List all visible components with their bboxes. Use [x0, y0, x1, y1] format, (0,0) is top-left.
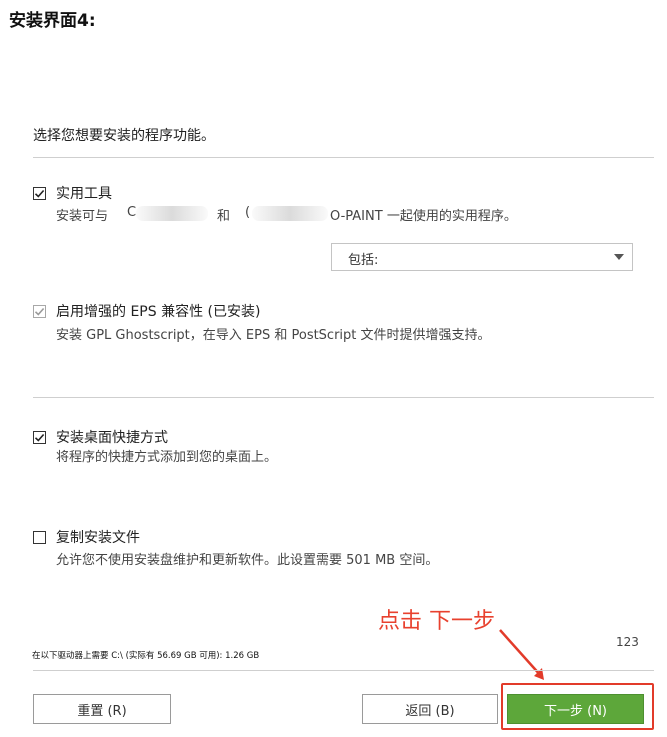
page-heading: 安装界面4: [9, 11, 96, 31]
installer-panel [0, 46, 667, 737]
redacted-blur [252, 206, 328, 221]
utilities-desc-suffix: O-PAINT 一起使用的实用程序。 [330, 209, 517, 224]
arrow-annotation-icon [499, 629, 544, 680]
utilities-desc-c1: C [127, 205, 137, 220]
divider-top [33, 157, 654, 158]
copy-files-title: 复制安装文件 [56, 530, 140, 546]
back-button[interactable]: 返回 (B) [362, 694, 498, 724]
check-icon [34, 433, 45, 442]
eps-desc: 安装 GPL Ghostscript，在导入 EPS 和 PostScript … [56, 328, 491, 343]
check-icon [34, 189, 45, 198]
utilities-desc-prefix: 安装可与 [56, 209, 109, 224]
divider-bottom [33, 670, 654, 671]
include-dropdown-label: 包括: [348, 253, 379, 268]
redacted-blur [136, 206, 208, 221]
reset-button[interactable]: 重置 (R) [33, 694, 171, 724]
shortcut-checkbox[interactable] [33, 431, 46, 444]
utilities-title: 实用工具 [56, 186, 112, 202]
utilities-checkbox[interactable] [33, 187, 46, 200]
page-indicator: 123 [616, 635, 639, 649]
chevron-down-icon [614, 254, 624, 260]
include-dropdown[interactable]: 包括: [331, 243, 633, 271]
shortcut-title: 安装桌面快捷方式 [56, 430, 168, 446]
annotation-click-next: 点击 下一步 [378, 609, 495, 634]
intro-text: 选择您想要安装的程序功能。 [33, 128, 215, 144]
eps-title: 启用增强的 EPS 兼容性 (已安装) [56, 304, 261, 320]
check-icon [34, 307, 45, 316]
copy-files-checkbox[interactable] [33, 531, 46, 544]
next-button-highlight [501, 683, 654, 730]
eps-checkbox [33, 305, 46, 318]
copy-files-desc: 允许您不使用安装盘维护和更新软件。此设置需要 501 MB 空间。 [56, 553, 439, 568]
utilities-desc-c2: ( [245, 205, 251, 220]
disk-space-info: 在以下驱动器上需要 C:\ (实际有 56.69 GB 可用): 1.26 GB [32, 651, 260, 661]
divider-middle [33, 397, 654, 398]
utilities-desc-mid: 和 [217, 209, 231, 224]
shortcut-desc: 将程序的快捷方式添加到您的桌面上。 [56, 450, 278, 465]
